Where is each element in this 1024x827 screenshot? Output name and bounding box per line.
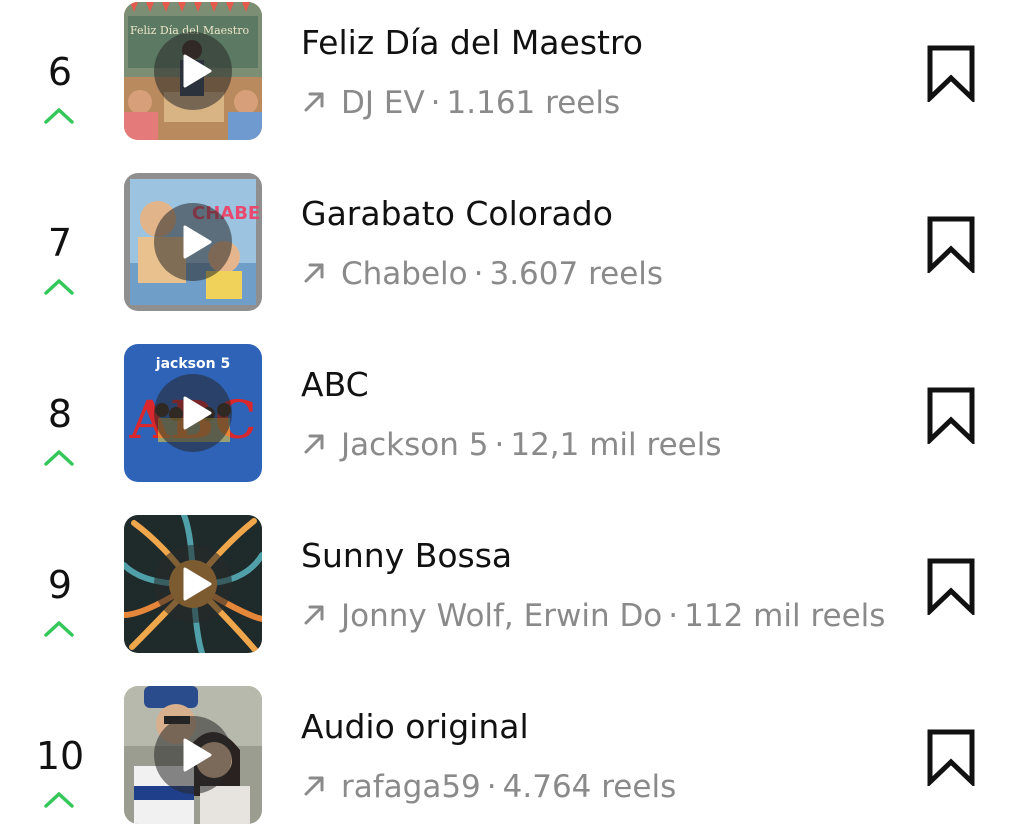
rank-number: 10 [35,734,85,778]
rank-number: 8 [47,392,73,436]
cover-text: jackson 5 [155,356,230,372]
track-meta[interactable]: rafaga59 · 4.764 reels [301,766,901,808]
cover-thumbnail[interactable]: Feliz Día del Maestro [124,2,262,140]
play-icon [183,396,212,430]
play-icon [183,567,212,601]
track-title[interactable]: Garabato Colorado [301,193,613,235]
cover-thumbnail[interactable]: jackson 5 ABC [124,344,262,482]
separator: · [494,427,505,463]
list-item[interactable]: 6 Feliz Día del Maestro Feliz Día del Ma… [0,0,1024,140]
separator: · [473,256,484,292]
trending-audio-list: 6 Feliz Día del Maestro Feliz Día del Ma… [0,0,1024,827]
list-item[interactable]: 10 Audio original rafaga59 · 4.764 reels [0,684,1024,824]
arrow-up-right-icon [304,776,324,796]
chevron-up-icon [44,792,74,808]
artist-name: Chabelo [341,256,468,292]
play-icon [183,225,212,259]
track-meta[interactable]: Jackson 5 · 12,1 mil reels [301,424,901,466]
chevron-up-icon [44,450,74,466]
track-title[interactable]: ABC [301,364,369,406]
arrow-up-right-icon [304,263,324,283]
arrow-up-right-icon [304,434,324,454]
cover-thumbnail[interactable] [124,686,262,824]
reels-count: 1.161 reels [446,85,621,121]
list-item[interactable]: 9 Sunny Bossa Jonny Wolf, Erwin Do · 112… [0,513,1024,653]
track-meta[interactable]: Chabelo · 3.607 reels [301,253,901,295]
track-title[interactable]: Feliz Día del Maestro [301,22,643,64]
rank-number: 6 [47,50,73,94]
play-button[interactable] [154,203,232,281]
reels-count: 3.607 reels [489,256,664,292]
bookmark-icon[interactable] [926,386,976,444]
play-button[interactable] [154,716,232,794]
bookmark-icon[interactable] [926,215,976,273]
play-icon [183,738,212,772]
chevron-up-icon [44,279,74,295]
reels-count: 12,1 mil reels [510,427,722,463]
reels-count: 4.764 reels [502,769,677,805]
track-title[interactable]: Audio original [301,706,529,748]
play-button[interactable] [154,545,232,623]
play-button[interactable] [154,32,232,110]
separator: · [486,769,497,805]
artist-name: Jonny Wolf, Erwin Do [341,598,663,634]
play-icon [183,54,212,88]
separator: · [430,85,441,121]
artist-name: rafaga59 [341,769,481,805]
bookmark-icon[interactable] [926,44,976,102]
arrow-up-right-icon [304,605,324,625]
artist-name: DJ EV [341,85,425,121]
chevron-up-icon [44,621,74,637]
arrow-up-right-icon [304,92,324,112]
bookmark-icon[interactable] [926,557,976,615]
track-meta[interactable]: DJ EV · 1.161 reels [301,82,901,124]
bookmark-icon[interactable] [926,728,976,786]
rank-number: 7 [47,221,73,265]
separator: · [668,598,679,634]
artist-name: Jackson 5 [341,427,489,463]
play-button[interactable] [154,374,232,452]
track-meta[interactable]: Jonny Wolf, Erwin Do · 112 mil reels [301,595,901,637]
list-item[interactable]: 7 CHABELO Garabato Colorado Chabelo·3.60… [0,171,1024,311]
rank-number: 9 [47,563,73,607]
reels-count: 112 mil reels [684,598,886,634]
cover-thumbnail[interactable] [124,515,262,653]
chevron-up-icon [44,108,74,124]
cover-thumbnail[interactable]: CHABELO [124,173,262,311]
track-title[interactable]: Sunny Bossa [301,535,512,577]
list-item[interactable]: 8 jackson 5 ABC ABC Jackson 5·12,1 mil r… [0,342,1024,482]
